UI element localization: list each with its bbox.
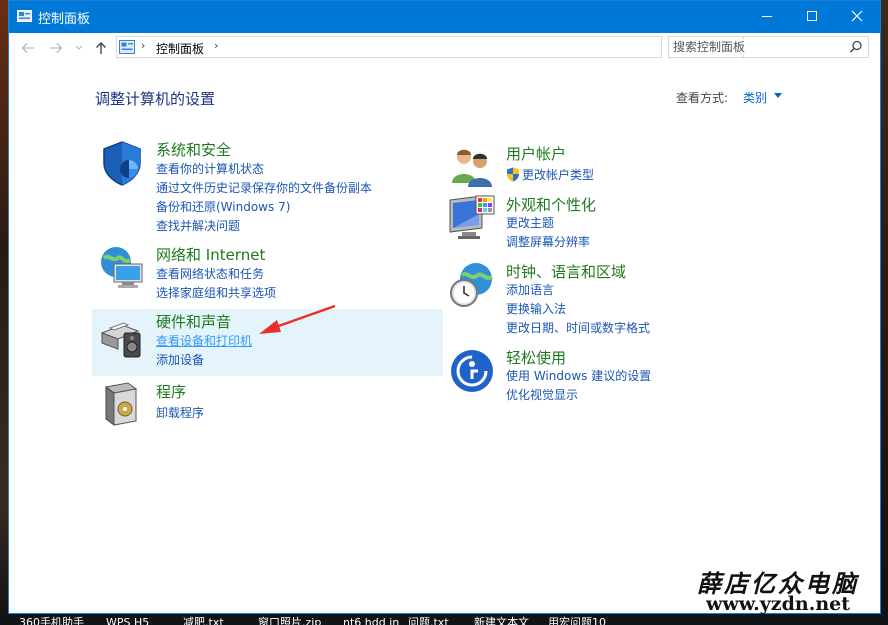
category-title[interactable]: 系统和安全 <box>156 139 231 160</box>
breadcrumb-control-panel[interactable]: 控制面板 <box>156 40 204 57</box>
taskbar-item[interactable]: 窗口照片.zip <box>258 614 321 625</box>
category-appearance[interactable]: 外观和个性化 更改主题 调整屏幕分辨率 <box>448 194 778 254</box>
category-title[interactable]: 网络和 Internet <box>156 244 265 265</box>
link-network-status[interactable]: 查看网络状态和任务 <box>156 265 264 282</box>
close-button[interactable] <box>834 1 879 31</box>
link-homegroup-sharing[interactable]: 选择家庭组和共享选项 <box>156 284 276 301</box>
breadcrumb-separator[interactable]: › <box>214 39 218 52</box>
annotation-arrow-icon <box>259 304 336 334</box>
taskbar-item[interactable]: 新建文本文 <box>474 614 529 625</box>
taskbar-item[interactable]: 问题.txt <box>408 614 449 625</box>
search-box[interactable] <box>668 36 869 58</box>
watermark-url: www.yzdn.net <box>706 593 850 615</box>
link-change-theme[interactable]: 更改主题 <box>506 214 554 231</box>
category-network-internet[interactable]: 网络和 Internet 查看网络状态和任务 选择家庭组和共享选项 <box>98 244 428 304</box>
monitor-palette-icon <box>449 195 495 239</box>
category-title[interactable]: 程序 <box>156 381 186 402</box>
category-title[interactable]: 用户帐户 <box>506 143 566 164</box>
ease-of-access-icon <box>451 350 493 392</box>
shield-icon <box>103 141 141 186</box>
category-title[interactable]: 轻松使用 <box>506 347 566 368</box>
control-panel-icon <box>17 10 32 22</box>
navigation-bar: › 控制面板 › <box>9 33 880 63</box>
chevron-down-icon <box>75 45 83 50</box>
clock-globe-icon <box>450 263 494 307</box>
control-panel-small-icon <box>119 40 135 54</box>
window-title: 控制面板 <box>38 12 91 27</box>
category-user-accounts[interactable]: 用户帐户 更改帐户类型 <box>448 143 778 188</box>
page-title: 调整计算机的设置 <box>95 90 216 108</box>
minimize-icon <box>761 16 772 17</box>
back-arrow-icon <box>21 43 34 53</box>
taskbar: 360手机助手 WPS H5 减肥.txt 窗口照片.zip nt6 hdd i… <box>0 614 888 625</box>
title-bar[interactable]: 控制面板 <box>9 1 880 33</box>
link-add-device[interactable]: 添加设备 <box>156 351 204 368</box>
uac-shield-icon <box>507 167 519 182</box>
address-bar[interactable]: › 控制面板 › <box>116 36 759 58</box>
category-title[interactable]: 硬件和声音 <box>156 311 231 332</box>
chevron-down-icon[interactable] <box>774 93 782 99</box>
users-icon <box>452 149 492 187</box>
link-optimize-visual-display[interactable]: 优化视觉显示 <box>506 386 578 403</box>
link-change-input-method[interactable]: 更换输入法 <box>506 300 566 317</box>
link-view-computer-status[interactable]: 查看你的计算机状态 <box>156 160 264 177</box>
close-icon <box>851 10 862 22</box>
view-by-dropdown[interactable]: 类别 <box>743 89 767 106</box>
category-clock-language-region[interactable]: 时钟、语言和区域 添加语言 更换输入法 更改日期、时间或数字格式 <box>448 261 778 341</box>
desktop-background-right <box>881 0 888 625</box>
taskbar-item[interactable]: WPS H5 <box>106 614 149 625</box>
taskbar-item[interactable]: 用宏问题10 <box>548 614 606 625</box>
link-uninstall-program[interactable]: 卸载程序 <box>156 404 204 421</box>
link-troubleshoot[interactable]: 查找并解决问题 <box>156 217 240 234</box>
printer-speaker-icon <box>100 322 141 358</box>
taskbar-item[interactable]: nt6 hdd in <box>343 614 399 625</box>
network-globe-icon <box>101 247 143 288</box>
link-adjust-resolution[interactable]: 调整屏幕分辨率 <box>506 233 590 250</box>
maximize-button[interactable] <box>789 1 834 31</box>
taskbar-item[interactable]: 减肥.txt <box>183 614 224 625</box>
link-backup-restore[interactable]: 备份和还原(Windows 7) <box>156 198 290 215</box>
category-ease-of-access[interactable]: 轻松使用 使用 Windows 建议的设置 优化视觉显示 <box>448 347 778 407</box>
maximize-icon <box>806 11 817 21</box>
link-change-account-type[interactable]: 更改帐户类型 <box>522 166 594 183</box>
link-file-history-backup[interactable]: 通过文件历史记录保存你的文件备份副本 <box>156 179 372 196</box>
view-by-label: 查看方式: <box>676 91 729 105</box>
control-panel-window: 控制面板 › 控制面板 › 搜索控制面板 调整计算机的设置 查看方式: 类别 系… <box>8 0 881 615</box>
category-title[interactable]: 时钟、语言和区域 <box>506 261 626 282</box>
link-add-language[interactable]: 添加语言 <box>506 281 554 298</box>
forward-arrow-icon <box>50 43 63 53</box>
link-devices-printers[interactable]: 查看设备和打印机 <box>156 332 252 349</box>
forward-button[interactable] <box>47 39 65 57</box>
programs-box-icon <box>104 382 138 426</box>
link-change-date-time-format[interactable]: 更改日期、时间或数字格式 <box>506 319 650 336</box>
minimize-button[interactable] <box>744 1 789 31</box>
category-system-security[interactable]: 系统和安全 查看你的计算机状态 通过文件历史记录保存你的文件备份副本 备份和还原… <box>98 139 428 239</box>
category-programs[interactable]: 程序 卸载程序 <box>98 381 428 431</box>
desktop-background-left <box>0 0 8 625</box>
up-button[interactable] <box>92 39 110 57</box>
breadcrumb-separator: › <box>141 39 146 52</box>
up-arrow-icon <box>96 42 106 54</box>
recent-locations-button[interactable] <box>74 39 84 57</box>
link-recommended-settings[interactable]: 使用 Windows 建议的设置 <box>506 367 651 384</box>
category-title[interactable]: 外观和个性化 <box>506 194 596 215</box>
taskbar-item[interactable]: 360手机助手 <box>19 614 84 625</box>
back-button[interactable] <box>19 39 37 57</box>
search-icon[interactable] <box>849 40 863 54</box>
search-input[interactable] <box>673 39 843 55</box>
